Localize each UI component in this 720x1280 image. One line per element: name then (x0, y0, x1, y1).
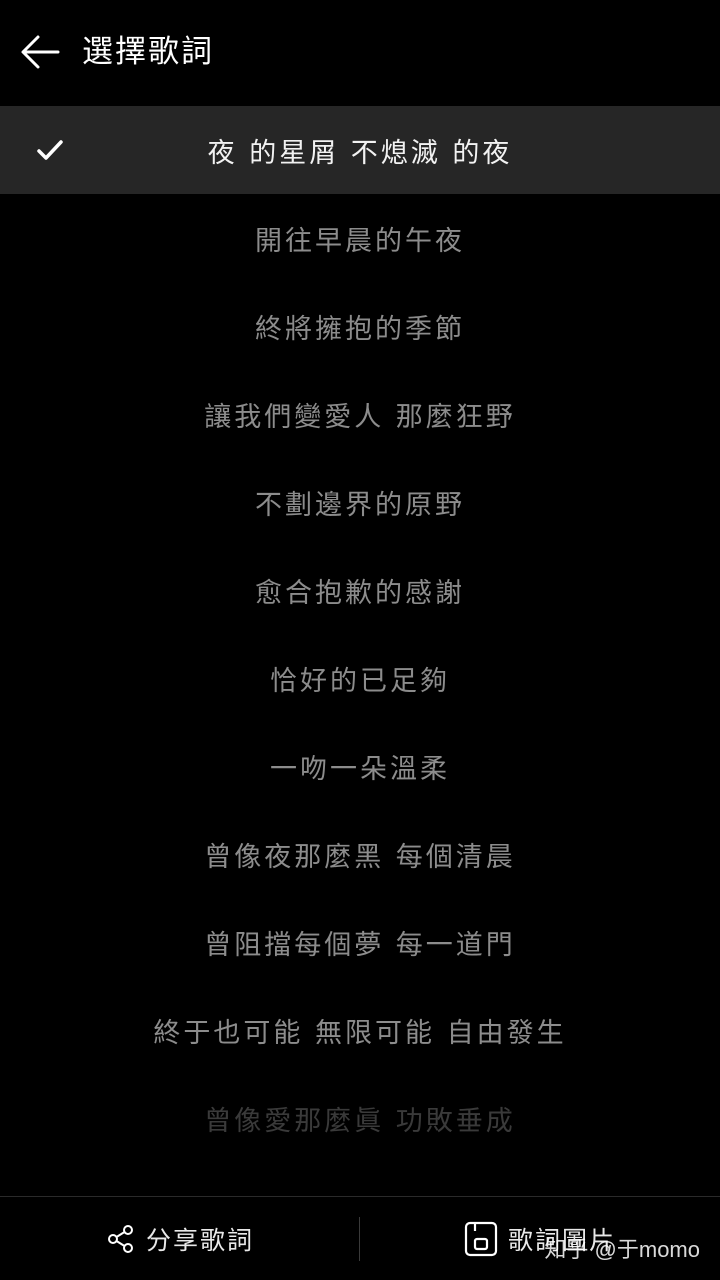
lyric-text: 恰好的已足夠 (270, 665, 450, 697)
lyric-text: 不劃邊界的原野 (255, 489, 465, 521)
save-image-icon (464, 1221, 498, 1257)
lyric-text: 讓我們變愛人 那麼狂野 (204, 401, 516, 433)
share-icon (107, 1225, 133, 1253)
lyric-line[interactable]: 夜 的星屑 不熄滅 的夜 (0, 106, 720, 194)
lyric-line[interactable]: 不劃邊界的原野 (0, 458, 720, 546)
watermark: 知乎 @于momo (544, 1237, 700, 1262)
lyric-text: 開往早晨的午夜 (255, 225, 465, 257)
lyric-text: 曾像愛那麼眞 功敗垂成 (204, 1105, 516, 1137)
lyric-text: 一吻一朵溫柔 (270, 753, 450, 785)
lyric-line[interactable]: 終于也可能 無限可能 自由發生 (0, 986, 720, 1074)
lyric-line[interactable]: 曾阻擋每個夢 每一道門 (0, 898, 720, 986)
lyric-line[interactable]: 愈合抱歉的感謝 (0, 546, 720, 634)
lyric-text: 曾阻擋每個夢 每一道門 (204, 929, 516, 961)
lyric-line[interactable]: 曾像愛那麼眞 功敗垂成 (0, 1074, 720, 1162)
arrow-left-icon (21, 35, 60, 69)
lyric-text: 曾像夜那麼黑 每個清晨 (204, 841, 516, 873)
lyric-line[interactable]: 曾像夜那麼黑 每個清晨 (0, 810, 720, 898)
lyric-line[interactable]: 讓我們變愛人 那麼狂野 (0, 370, 720, 458)
lyric-text: 終將擁抱的季節 (255, 313, 465, 345)
lyric-text: 終于也可能 無限可能 自由發生 (153, 1017, 567, 1049)
lyric-line[interactable]: 開往早晨的午夜 (0, 194, 720, 282)
lyrics-list[interactable]: 夜 的星屑 不熄滅 的夜 開往早晨的午夜 終將擁抱的季節 讓我們變愛人 那麼狂野… (0, 106, 720, 1196)
lyric-line[interactable]: 一吻一朵溫柔 (0, 722, 720, 810)
lyric-text: 夜 的星屑 不熄滅 的夜 (207, 137, 513, 169)
checkmark-icon (37, 140, 63, 160)
lyric-line[interactable]: 恰好的已足夠 (0, 634, 720, 722)
share-lyrics-label: 分享歌詞 (145, 1226, 254, 1255)
page-title: 選擇歌詞 (82, 34, 214, 70)
lyric-line[interactable]: 終將擁抱的季節 (0, 282, 720, 370)
lyric-text: 愈合抱歉的感謝 (255, 577, 465, 609)
share-lyrics-button[interactable]: 分享歌詞 (0, 1197, 360, 1280)
app-header: 選擇歌詞 (0, 0, 720, 106)
back-button[interactable] (14, 26, 66, 78)
